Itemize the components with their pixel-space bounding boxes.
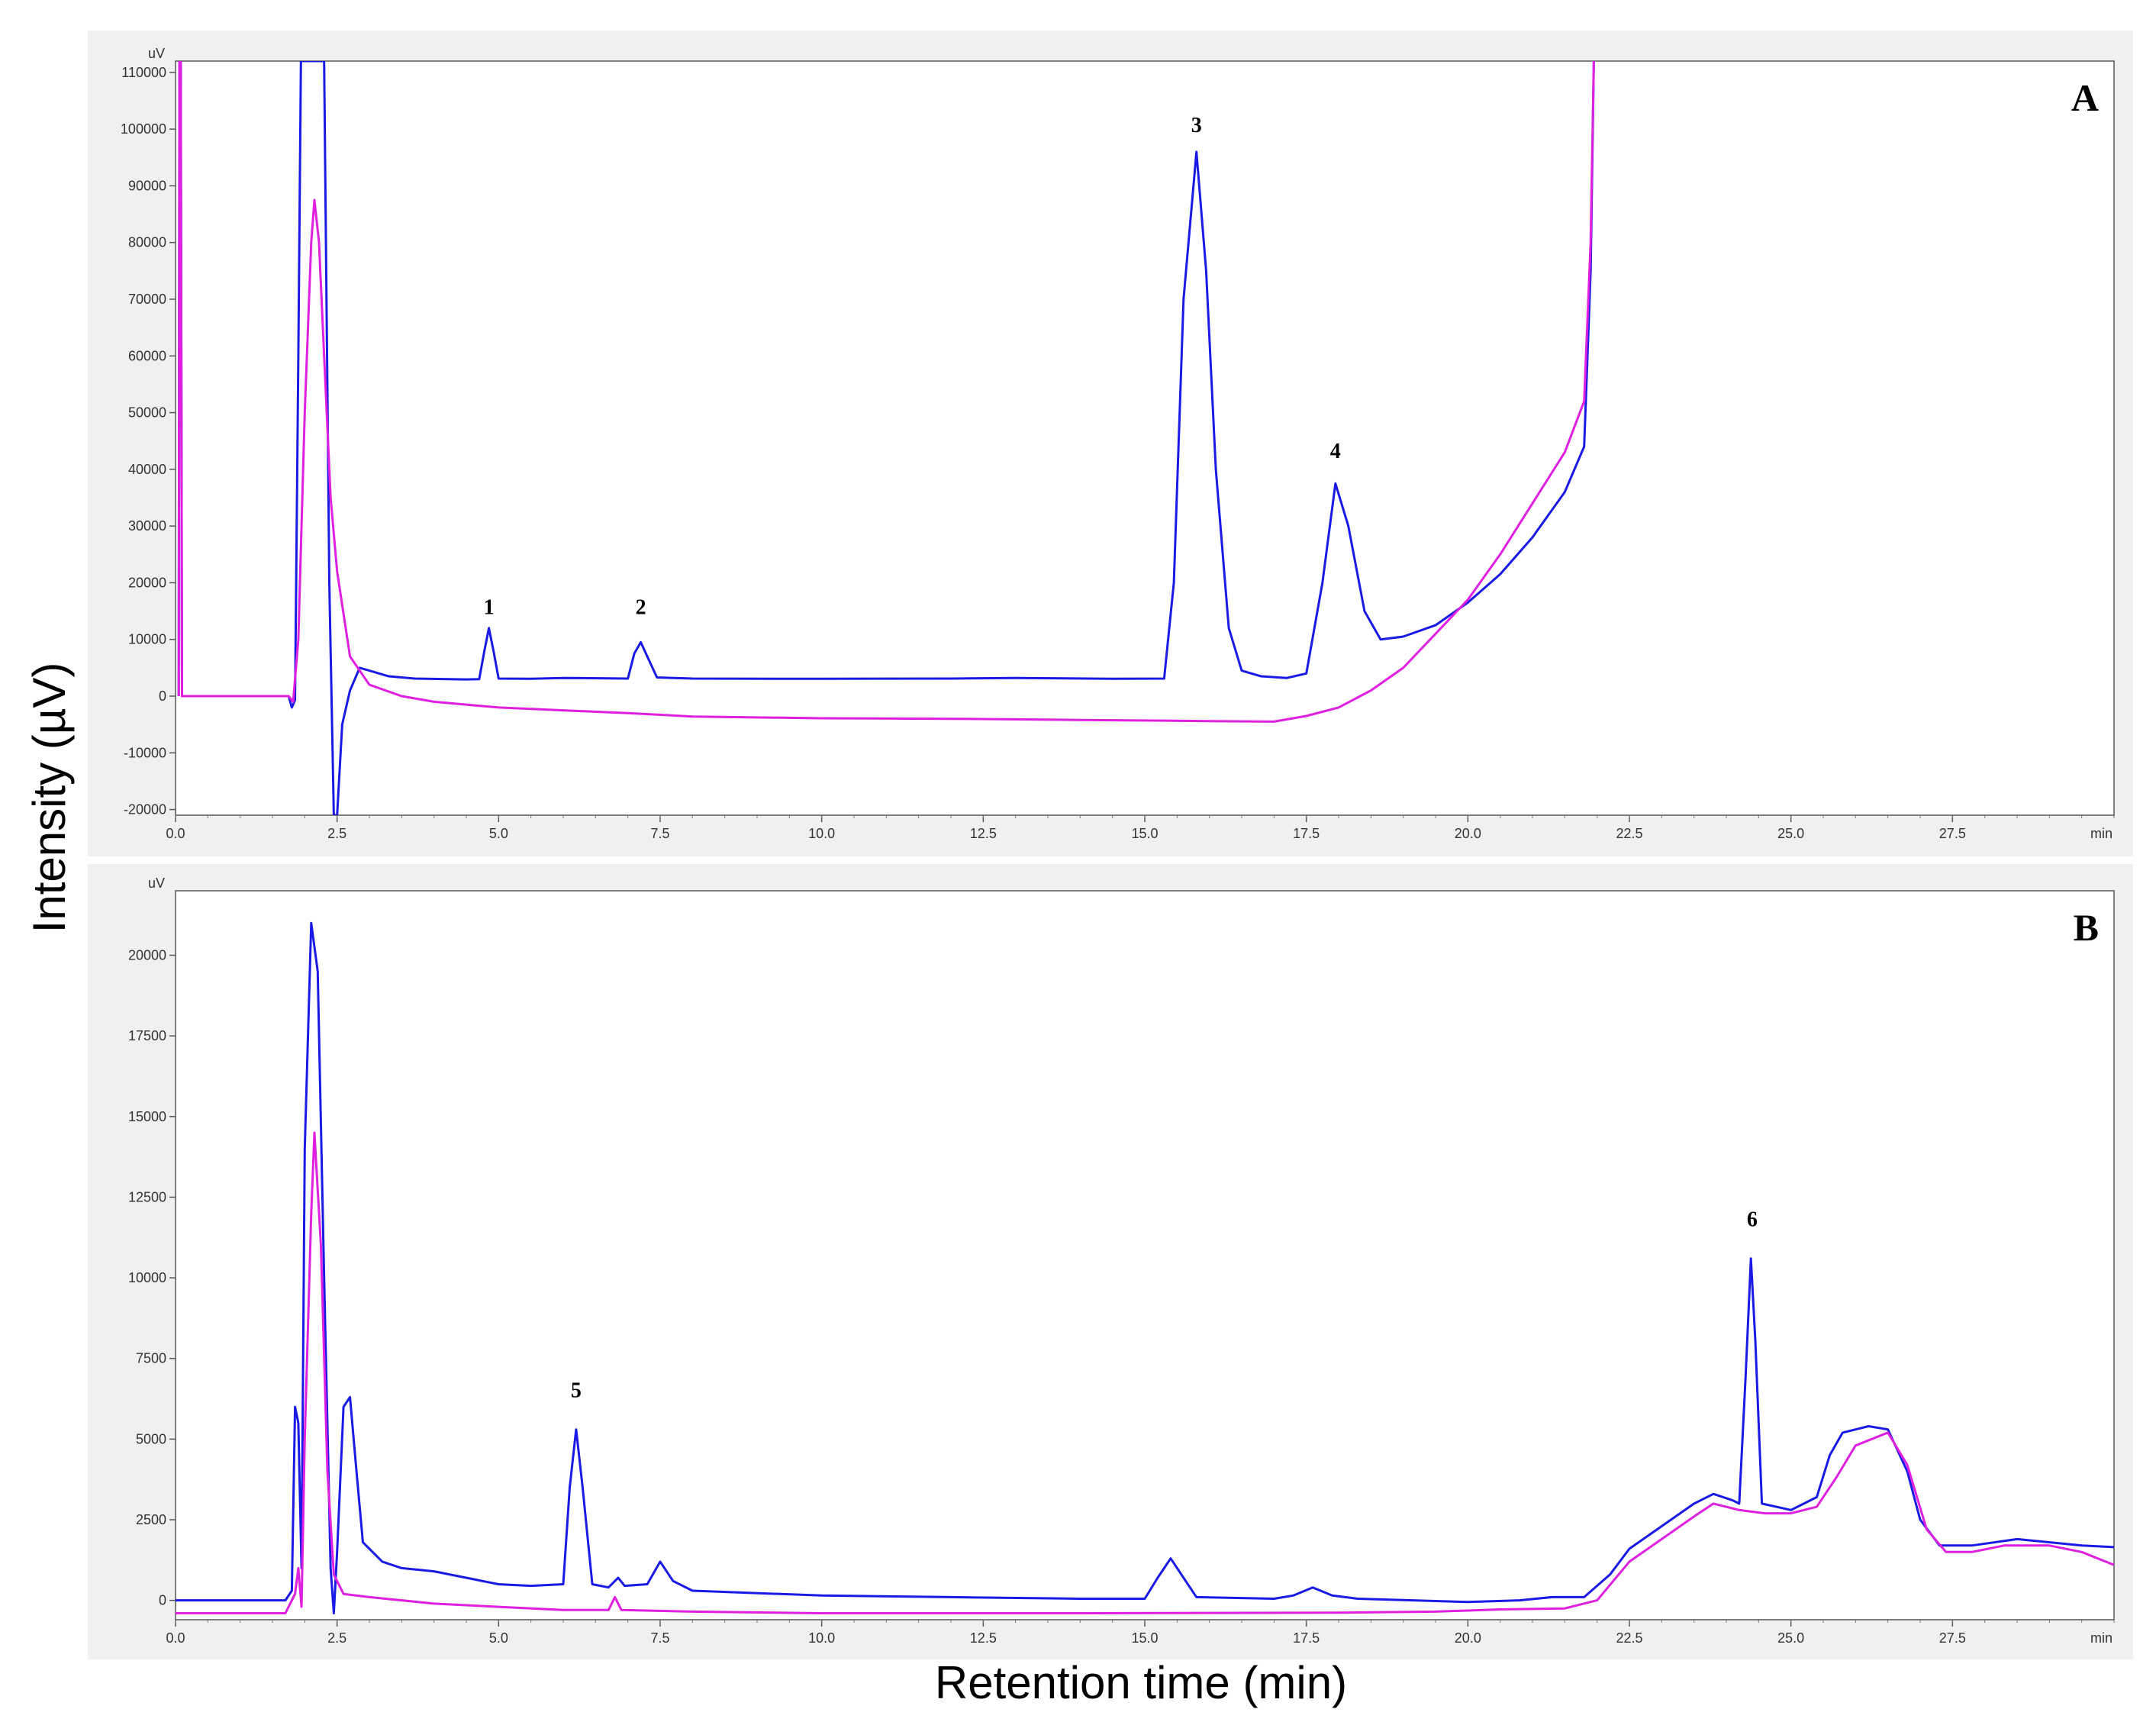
y-tick-label: 10000 [128,632,166,647]
x-tick-label: 5.0 [489,826,508,841]
peak-label: 5 [571,1379,582,1402]
y-tick-label: -10000 [124,745,166,760]
y-tick-label: 2500 [136,1512,166,1527]
y-tick-label: 90000 [128,178,166,193]
y-tick-label: 70000 [128,292,166,307]
y-tick-label: 50000 [128,405,166,421]
y-tick-label: 60000 [128,348,166,363]
y-tick-label: 17500 [128,1028,166,1043]
x-tick-label: 17.5 [1293,1630,1320,1646]
x-tick-label: 27.5 [1939,826,1966,841]
chart-panel-b: 20000 17500 15000 12500 10000 7500 5000 2500 0 0.… [88,864,2133,1659]
y-tick-label: 12500 [128,1189,166,1204]
y-tick-label: 20000 [128,575,166,590]
x-tick-label: 22.5 [1616,826,1642,841]
x-tick-label: 2.5 [327,826,346,841]
y-unit-label: uV [148,876,165,891]
x-tick-label: 25.0 [1777,826,1804,841]
x-tick-label: 27.5 [1939,1630,1966,1646]
x-tick-label: 15.0 [1131,826,1158,841]
peak-label: 4 [1330,440,1341,463]
y-tick-label: 7500 [136,1351,166,1366]
peak-label: 1 [484,595,495,619]
peak-label: 3 [1191,114,1202,137]
x-tick-label: 15.0 [1131,1630,1158,1646]
panel-label: B [2074,906,2099,949]
peak-label: 6 [1747,1208,1758,1231]
plot-area [175,60,2115,816]
x-tick-label: 10.0 [808,1630,835,1646]
x-tick-label: 20.0 [1455,826,1481,841]
x-tick-label: 12.5 [970,826,997,841]
x-tick-label: 2.5 [327,1630,346,1646]
y-tick-label: 0 [159,1593,166,1608]
x-tick-label: 25.0 [1777,1630,1804,1646]
x-tick-label: 7.5 [650,1630,669,1646]
x-unit-label: min [2090,826,2112,841]
x-tick-label: 17.5 [1293,826,1320,841]
y-tick-label: 30000 [128,518,166,534]
y-tick-label: 15000 [128,1109,166,1124]
y-tick-label: 110000 [121,65,166,80]
x-unit-label: min [2090,1630,2112,1646]
y-tick-label: 0 [159,688,166,704]
y-unit-label: uV [148,46,165,61]
y-tick-label: 20000 [128,948,166,963]
x-tick-label: 0.0 [166,1630,185,1646]
x-tick-label: 22.5 [1616,1630,1642,1646]
x-tick-label: 10.0 [808,826,835,841]
y-tick-label: 100000 [121,121,166,137]
y-tick-label: 10000 [128,1270,166,1285]
plot-area [175,890,2115,1620]
y-tick-label: 5000 [136,1431,166,1446]
peak-label: 2 [636,595,646,619]
y-tick-label: 40000 [128,462,166,477]
x-tick-label: 0.0 [166,826,185,841]
x-tick-label: 12.5 [970,1630,997,1646]
x-axis-title: Retention time (min) [935,1657,1347,1708]
y-axis-title: Intensity (µV) [24,663,75,934]
chromatogram-figure: 1100001000009000080000700006000050000400… [0,0,2156,1722]
x-tick-label: 7.5 [650,826,669,841]
x-tick-label: 5.0 [489,1630,508,1646]
y-tick-label: -20000 [124,802,166,817]
chart-panel-a: 1100001000009000080000700006000050000400… [88,31,2133,856]
x-tick-label: 20.0 [1455,1630,1481,1646]
y-tick-label: 80000 [128,235,166,250]
panel-label: A [2071,76,2099,119]
